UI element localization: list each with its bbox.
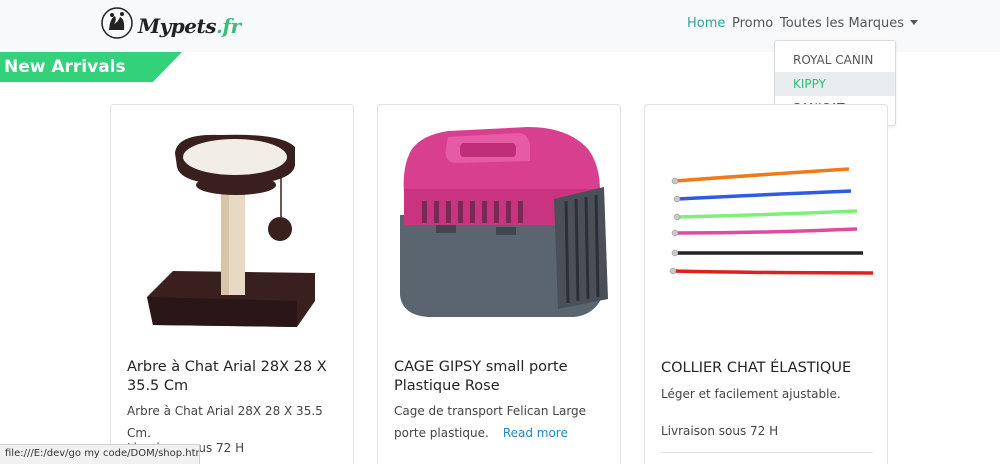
- site-logo[interactable]: Mypets.fr: [100, 4, 241, 44]
- product-description: Léger et facilement ajustable.: [661, 387, 841, 401]
- nav-brands-dropdown-toggle[interactable]: Toutes les Marques: [780, 16, 919, 31]
- product-card[interactable]: Arbre à Chat Arial 28X 28 X 35.5 Cm Arbr…: [110, 104, 354, 464]
- nav-home-link[interactable]: Home: [687, 16, 725, 31]
- pets-logo-icon: [101, 7, 133, 39]
- caret-down-icon: [910, 20, 919, 25]
- product-card[interactable]: COLLIER CHAT ÉLASTIQUE Léger et facileme…: [644, 104, 888, 464]
- product-description: Arbre à Chat Arial 28X 28 X 35.5 Cm.: [127, 404, 323, 440]
- product-title[interactable]: CAGE GIPSY small porte Plastique Rose: [394, 358, 609, 396]
- product-title[interactable]: Arbre à Chat Arial 28X 28 X 35.5 Cm: [127, 358, 342, 396]
- product-description: Cage de transport Felican Large porte pl…: [394, 404, 587, 440]
- read-more-link[interactable]: Read more: [503, 426, 568, 440]
- cat-tree-image: [147, 134, 315, 327]
- dropdown-item-kippy[interactable]: KIPPY: [775, 72, 895, 96]
- section-title: New Arrivals: [4, 57, 126, 77]
- logo-text: Mypets.fr: [138, 14, 241, 38]
- section-banner: New Arrivals: [0, 52, 182, 82]
- browser-status-bar: file:///E:/dev/go my code/DOM/shop.html#: [0, 444, 200, 464]
- dropdown-item-royal-canin[interactable]: ROYAL CANIN: [775, 48, 895, 72]
- card-divider: [661, 452, 873, 453]
- nav-brands-label: Toutes les Marques: [780, 16, 905, 31]
- cat-collars-image: [669, 167, 874, 275]
- pet-carrier-image: [400, 127, 608, 317]
- delivery-info: Livraison sous 72 H: [661, 424, 779, 438]
- product-title[interactable]: COLLIER CHAT ÉLASTIQUE: [661, 359, 876, 378]
- product-card[interactable]: CAGE GIPSY small porte Plastique Rose Ca…: [377, 104, 621, 464]
- nav-promo-link[interactable]: Promo: [732, 16, 773, 31]
